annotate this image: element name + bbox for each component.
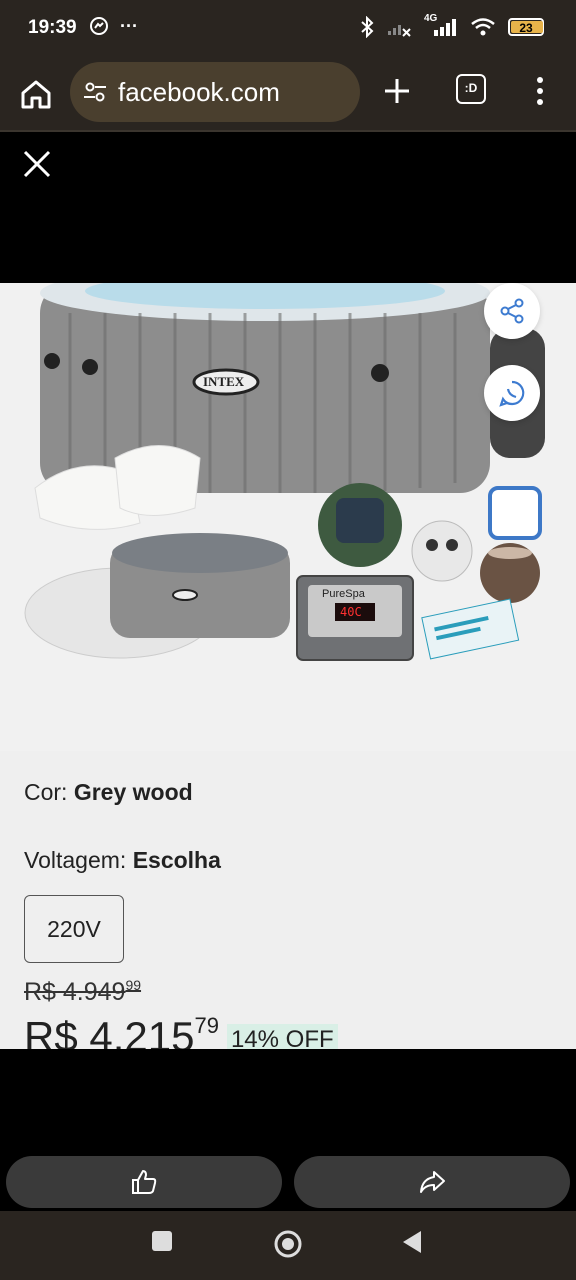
system-navigation-bar (0, 1211, 576, 1280)
voltage-label: Voltagem: (24, 847, 133, 873)
share-icon (500, 298, 524, 324)
new-price-main: R$ 4.215 (24, 1013, 195, 1049)
action-bar (0, 1149, 576, 1211)
plus-icon[interactable] (382, 76, 412, 106)
signal-x-icon (388, 25, 411, 37)
forward-button[interactable] (294, 1156, 570, 1208)
messenger-icon (90, 17, 108, 35)
hot-tub-illustration (24, 283, 545, 661)
address-bar[interactable]: facebook.com (70, 62, 360, 122)
share-button[interactable] (484, 283, 540, 339)
forward-icon (420, 1171, 445, 1193)
whatsapp-button[interactable] (484, 365, 540, 421)
url-text[interactable]: facebook.com (118, 77, 280, 108)
old-price: R$ 4.94999 (24, 977, 141, 1007)
tune-icon[interactable] (82, 79, 108, 105)
current-price: R$ 4.21579 14% OFF (24, 1013, 338, 1049)
signal-4g-icon: 4G (424, 13, 458, 37)
color-value: Grey wood (73, 779, 193, 805)
color-label: Cor: (24, 779, 74, 805)
bluetooth-icon (361, 16, 374, 38)
whatsapp-icon (499, 380, 525, 407)
status-right-icons: 4G 23 (360, 13, 544, 38)
panel-brand: PureSpa (322, 588, 365, 600)
status-time: 19:39 (28, 17, 77, 38)
discount-badge: 14% OFF (226, 1024, 338, 1049)
home-circle-icon[interactable] (272, 1228, 304, 1260)
old-price-cents: 99 (125, 977, 142, 993)
media-viewer-header (0, 133, 576, 283)
battery-level: 23 (519, 21, 533, 35)
close-icon[interactable] (20, 147, 54, 181)
battery-icon: 23 (508, 18, 544, 36)
home-icon[interactable] (18, 76, 54, 112)
old-price-main: R$ 4.949 (24, 978, 126, 1006)
new-price-cents: 79 (194, 1013, 219, 1038)
brand-logo: INTEX (203, 374, 245, 389)
tabs-icon[interactable]: :D (456, 74, 486, 104)
panel-display: 40C (340, 605, 362, 619)
color-row: Cor: Grey wood (24, 779, 193, 806)
voltage-option-220v[interactable]: 220V (24, 895, 124, 963)
media-viewer-footer (0, 1049, 576, 1149)
voltage-row: Voltagem: Escolha (24, 847, 221, 874)
more-notifications-icon: ··· (120, 15, 138, 36)
voltage-value: Escolha (132, 847, 221, 873)
more-vert-icon[interactable] (530, 74, 550, 108)
status-bar: 19:39 ··· 4G 23 (0, 0, 576, 60)
wifi-icon (471, 18, 495, 36)
product-details: Cor: Grey wood Voltagem: Escolha 220V R$… (0, 751, 576, 1049)
recents-square-icon[interactable] (150, 1229, 174, 1253)
like-icon (132, 1170, 157, 1194)
product-image[interactable]: INTEX PureSpa 40C (0, 283, 576, 751)
status-left-icons: ··· (88, 15, 138, 37)
like-button[interactable] (6, 1156, 282, 1208)
back-triangle-icon[interactable] (400, 1229, 424, 1255)
browser-toolbar: facebook.com :D (0, 60, 576, 132)
